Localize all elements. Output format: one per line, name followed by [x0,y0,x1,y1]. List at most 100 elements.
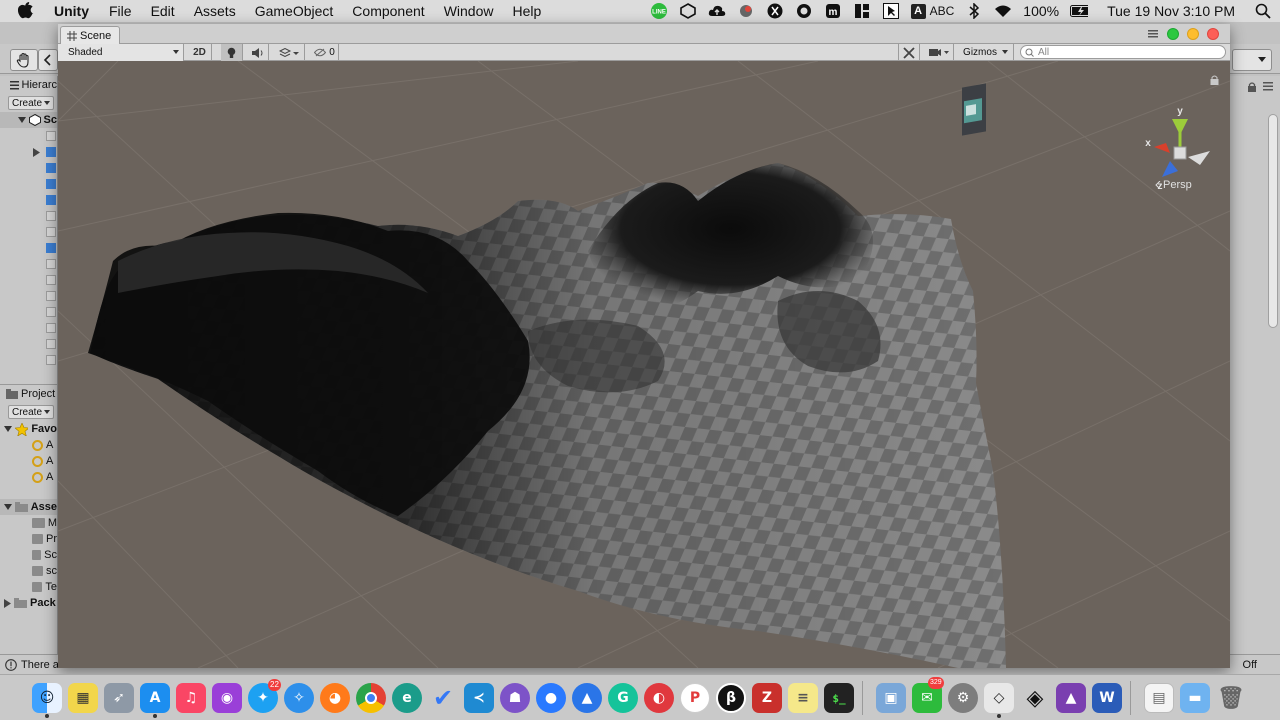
lighting-toggle[interactable] [221,44,243,61]
lock-icon[interactable] [1247,82,1257,92]
hierarchy-item[interactable] [0,288,57,304]
gizmo-z-cone[interactable] [1162,161,1178,177]
edge-beta-icon[interactable]: e [392,683,422,713]
unity-hub-icon[interactable]: ◇ [984,683,1014,713]
hierarchy-item[interactable] [0,336,57,352]
menu-icon[interactable] [1263,82,1273,91]
status-right-text[interactable]: Off [1243,659,1257,671]
hierarchy-tab[interactable]: Hierarc [0,76,57,94]
menu-file[interactable]: File [109,0,132,22]
favorite-item[interactable]: A [0,469,57,485]
m-app-icon[interactable]: m [824,3,842,19]
menu-edit[interactable]: Edit [151,0,175,22]
clock[interactable]: Tue 19 Nov 3:10 PM [1107,3,1235,19]
move-tool-button[interactable] [38,49,58,71]
github-icon[interactable]: ☗ [500,683,530,713]
unity-icon[interactable]: ◈ [1020,683,1050,713]
project-tab[interactable]: Project [0,385,57,403]
packages-row[interactable]: Pack [0,595,57,611]
gizmo-y-cone[interactable] [1172,119,1188,135]
maps-pin-icon[interactable]: ● [536,683,566,713]
spotlight-search-icon[interactable] [1254,3,1272,19]
scene-tab[interactable]: Scene [60,26,120,44]
camera-dropdown[interactable] [924,44,954,61]
gizmos-dropdown[interactable]: Gizmos [958,44,1014,61]
scissors-icon[interactable] [766,3,784,19]
scene-root-row[interactable]: Sc [0,112,57,128]
layout-dropdown[interactable] [1232,49,1272,71]
preview-icon[interactable]: ▣ [876,683,906,713]
favorite-item[interactable]: A [0,453,57,469]
bluetooth-icon[interactable] [965,3,983,19]
red-app-icon[interactable]: ◐ [644,683,674,713]
terminal-icon[interactable]: $_ [824,683,854,713]
menu-gameobject[interactable]: GameObject [255,0,334,22]
battery-percent[interactable]: 100% [1023,3,1059,19]
tab-menu-icon[interactable] [1148,30,1158,38]
hierarchy-item[interactable] [0,192,57,208]
grammarly-icon[interactable]: G [608,683,638,713]
gizmo-x-cone[interactable] [1154,143,1170,153]
hierarchy-item[interactable] [0,224,57,240]
colorful-app-icon[interactable] [737,3,755,19]
cursor-app-icon[interactable] [882,3,900,19]
line-status-icon[interactable]: LINE [650,3,668,19]
assets-row[interactable]: Asse [0,499,57,515]
cloud-upload-icon[interactable] [708,3,726,19]
z-app-icon[interactable]: Z [752,683,782,713]
launchpad-rocket-icon[interactable]: ➶ [104,683,134,713]
hierarchy-item[interactable] [0,240,57,256]
podcasts-icon[interactable]: ◉ [212,683,242,713]
hierarchy-item[interactable] [0,144,57,160]
hidden-objects-toggle[interactable]: 0 [311,44,339,61]
notes-sticky-icon[interactable]: ▦ [68,683,98,713]
word-icon[interactable]: W [1092,683,1122,713]
hierarchy-item[interactable] [0,256,57,272]
app-store-icon[interactable]: A [140,683,170,713]
battery-charging-icon[interactable] [1070,3,1089,19]
mode-2d-toggle[interactable]: 2D [188,44,212,61]
bit-app-icon[interactable]: β [716,683,746,713]
record-icon[interactable] [795,3,813,19]
window-minimize-button[interactable] [1187,28,1199,40]
effects-dropdown[interactable] [273,44,305,61]
favorites-row[interactable]: Favo [0,421,57,437]
projection-toggle[interactable]: Persp [1155,179,1192,191]
window-zoom-button[interactable] [1167,28,1179,40]
favorite-item[interactable]: A [0,437,57,453]
gizmo-lock-icon[interactable] [1210,75,1219,85]
window-layout-icon[interactable] [853,3,871,19]
chrome-icon[interactable] [356,683,386,713]
asset-folder[interactable]: Pr [0,531,57,547]
pdf-app-icon[interactable]: P [680,683,710,713]
hierarchy-item[interactable] [0,304,57,320]
firefox-icon[interactable]: ◕ [320,683,350,713]
audio-toggle[interactable] [247,44,269,61]
apple-icon[interactable] [18,2,34,20]
hierarchy-create-button[interactable]: Create [8,96,55,110]
downloads-folder-icon[interactable]: ▬ [1180,683,1210,713]
system-preferences-icon[interactable]: ⚙ [948,683,978,713]
stickies-icon[interactable]: ≡ [788,683,818,713]
input-source-indicator[interactable]: A ABC [910,3,954,19]
arrow-app-icon[interactable]: ▲ [572,683,602,713]
menu-help[interactable]: Help [512,0,541,22]
menu-assets[interactable]: Assets [194,0,236,22]
trash-icon[interactable]: 🗑 [1216,683,1246,713]
menu-window[interactable]: Window [444,0,494,22]
hierarchy-item[interactable] [0,160,57,176]
menu-component[interactable]: Component [352,0,424,22]
hierarchy-item[interactable] [0,352,57,368]
affinity-icon[interactable]: ▲ [1056,683,1086,713]
vscode-icon[interactable]: ≺ [464,683,494,713]
tools-toggle[interactable] [898,44,920,61]
hierarchy-item[interactable] [0,208,57,224]
hierarchy-item[interactable] [0,176,57,192]
finder-icon[interactable]: ☺ [32,683,62,713]
hierarchy-item[interactable] [0,272,57,288]
hierarchy-item[interactable] [0,320,57,336]
asset-folder[interactable]: Te [0,579,57,595]
asset-folder[interactable]: M [0,515,57,531]
gizmo-center-cube[interactable] [1173,146,1187,160]
inspector-scrollbar[interactable] [1268,114,1278,328]
